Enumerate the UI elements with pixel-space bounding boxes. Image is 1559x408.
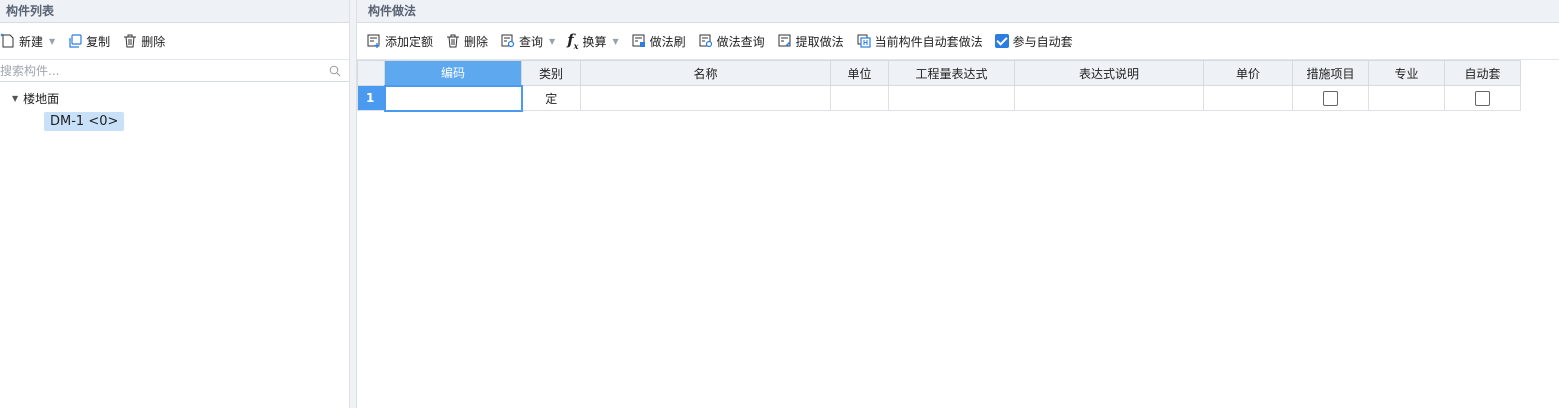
method-brush-button[interactable]: 做法刷: [631, 33, 686, 50]
extract-method-icon: [778, 34, 791, 47]
cell-unit[interactable]: [830, 85, 889, 111]
table-row: 1 定: [357, 84, 1521, 112]
cell-auto: [1444, 85, 1521, 111]
checkbox-checked-icon[interactable]: [994, 34, 1009, 48]
component-method-panel: 构件做法 添加定额 删除 查询 ▼ fx 换算 ▼ 做法刷 做法查询 提取做法 …: [357, 0, 1559, 408]
method-toolbar: 添加定额 删除 查询 ▼ fx 换算 ▼ 做法刷 做法查询 提取做法 当前构件自…: [357, 23, 1559, 60]
add-quota-button[interactable]: 添加定额: [366, 33, 433, 50]
cell-expression-desc[interactable]: [1014, 85, 1204, 111]
column-header-price[interactable]: 单价: [1203, 60, 1293, 86]
column-header-auto[interactable]: 自动套: [1444, 60, 1521, 86]
delete-button[interactable]: 删除: [122, 33, 165, 50]
component-tree: ▼ 楼地面 DM-1 <0>: [0, 82, 349, 131]
component-search-bar: [0, 60, 349, 82]
function-icon: fx: [567, 31, 579, 51]
query-dropdown-icon[interactable]: ▼: [549, 37, 555, 46]
method-delete-label: 删除: [464, 34, 489, 49]
method-brush-label: 做法刷: [649, 34, 686, 49]
component-list-toolbar: 新建 ▼ 复制 删除: [0, 23, 349, 60]
cell-measure: [1292, 85, 1369, 111]
cell-price[interactable]: [1203, 85, 1293, 111]
participate-auto-checkbox[interactable]: 参与自动套: [994, 33, 1073, 50]
new-icon: [0, 33, 14, 48]
convert-dropdown-icon[interactable]: ▼: [612, 37, 618, 46]
caret-down-icon[interactable]: ▼: [12, 94, 18, 103]
copy-icon: [69, 34, 82, 48]
tree-group-label: 楼地面: [23, 91, 60, 106]
participate-auto-label: 参与自动套: [1012, 34, 1073, 49]
column-header-code[interactable]: 编码: [384, 60, 522, 86]
component-list-title: 构件列表: [0, 0, 349, 23]
query-button[interactable]: 查询 ▼: [500, 33, 555, 50]
method-query-icon: [699, 34, 712, 48]
search-icon[interactable]: [329, 65, 341, 77]
cell-name[interactable]: [580, 85, 831, 111]
method-grid: 编码 类别 名称 单位 工程量表达式 表达式说明 单价 措施项目 专业 自动套 …: [357, 60, 1521, 112]
trash-icon: [124, 34, 137, 48]
measure-checkbox[interactable]: [1323, 90, 1338, 106]
query-icon: [501, 34, 515, 48]
extract-method-button[interactable]: 提取做法: [777, 33, 844, 50]
column-header-measure[interactable]: 措施项目: [1292, 60, 1369, 86]
app-window: 构件列表 新建 ▼ 复制 删除 搜索构件... ▼ 楼地面 DM-1 <0> 构…: [0, 0, 1559, 408]
method-delete-button[interactable]: 删除: [445, 33, 488, 50]
component-list-panel: 构件列表 新建 ▼ 复制 删除 搜索构件... ▼ 楼地面 DM-1 <0>: [0, 0, 349, 408]
cell-category[interactable]: 定: [521, 85, 581, 111]
cell-specialty[interactable]: [1368, 85, 1445, 111]
method-query-label: 做法查询: [716, 34, 765, 49]
method-brush-icon: [632, 34, 645, 47]
delete-label: 删除: [141, 34, 166, 49]
auto-method-icon: [857, 34, 871, 48]
cell-code[interactable]: [383, 84, 523, 112]
auto-checkbox[interactable]: [1475, 90, 1490, 106]
tree-item-dm-1[interactable]: DM-1 <0>: [44, 112, 125, 131]
method-query-button[interactable]: 做法查询: [698, 33, 765, 50]
query-label: 查询: [519, 34, 544, 49]
component-search-input[interactable]: [0, 60, 320, 81]
panel-splitter[interactable]: [349, 0, 357, 408]
copy-button[interactable]: 复制: [67, 33, 110, 50]
column-header-name[interactable]: 名称: [580, 60, 831, 86]
column-header-specialty[interactable]: 专业: [1368, 60, 1445, 86]
auto-method-button[interactable]: 当前构件自动套做法: [856, 33, 983, 50]
auto-method-label: 当前构件自动套做法: [874, 34, 983, 49]
new-button[interactable]: 新建 ▼: [0, 33, 55, 50]
convert-button[interactable]: fx 换算 ▼: [567, 31, 618, 51]
extract-method-label: 提取做法: [795, 34, 844, 49]
column-header-expression[interactable]: 工程量表达式: [888, 60, 1015, 86]
component-method-title: 构件做法: [357, 0, 1559, 23]
row-number[interactable]: 1: [357, 85, 385, 111]
cell-expression[interactable]: [888, 85, 1015, 111]
tree-group-floor[interactable]: ▼ 楼地面: [0, 88, 349, 108]
new-label: 新建: [19, 34, 44, 49]
grid-corner[interactable]: [357, 60, 385, 86]
copy-label: 复制: [86, 34, 111, 49]
column-header-category[interactable]: 类别: [521, 60, 581, 86]
add-quota-label: 添加定额: [385, 34, 434, 49]
column-header-expression-desc[interactable]: 表达式说明: [1014, 60, 1204, 86]
column-header-unit[interactable]: 单位: [830, 60, 889, 86]
new-dropdown-icon[interactable]: ▼: [49, 37, 55, 46]
trash-icon: [447, 34, 460, 48]
grid-header-row: 编码 类别 名称 单位 工程量表达式 表达式说明 单价 措施项目 专业 自动套: [357, 60, 1521, 86]
convert-label: 换算: [582, 34, 607, 49]
add-quota-icon: [367, 34, 380, 48]
